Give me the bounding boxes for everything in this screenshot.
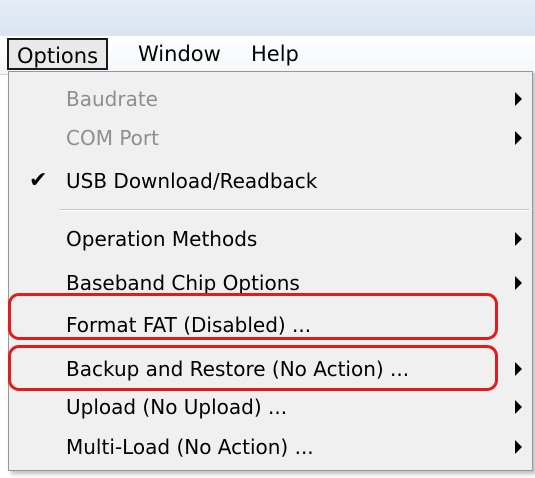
submenu-arrow-icon bbox=[515, 276, 522, 290]
menu-item-upload[interactable]: Upload (No Upload) ... bbox=[9, 388, 532, 426]
menu-item-operation-methods[interactable]: Operation Methods bbox=[9, 220, 532, 258]
submenu-arrow-icon bbox=[515, 232, 522, 246]
submenu-arrow-icon bbox=[515, 131, 522, 145]
menu-item-label: USB Download/Readback bbox=[66, 169, 318, 193]
screen: Options Window Help Baudrate COM Port ✔ … bbox=[0, 0, 535, 478]
submenu-arrow-icon bbox=[515, 440, 522, 454]
menu-item-label: Baudrate bbox=[66, 87, 158, 111]
options-dropdown: Baudrate COM Port ✔ USB Download/Readbac… bbox=[8, 71, 533, 471]
annotation-highlight-format-fat bbox=[8, 293, 498, 340]
menu-item-usb-download-readback[interactable]: ✔ USB Download/Readback bbox=[9, 162, 532, 200]
checkmark-icon: ✔ bbox=[29, 168, 48, 193]
menu-item-label: Upload (No Upload) ... bbox=[66, 395, 288, 419]
window-top-strip bbox=[0, 0, 535, 36]
menu-item-baudrate[interactable]: Baudrate bbox=[9, 80, 532, 118]
menu-item-label: COM Port bbox=[66, 126, 159, 150]
submenu-arrow-icon bbox=[515, 400, 522, 414]
menu-item-label: Multi-Load (No Action) ... bbox=[66, 435, 314, 459]
menu-bar: Options Window Help bbox=[0, 36, 535, 75]
menu-window[interactable]: Window bbox=[130, 38, 229, 70]
menu-item-com-port[interactable]: COM Port bbox=[9, 119, 532, 157]
menu-options[interactable]: Options bbox=[7, 38, 109, 70]
submenu-arrow-icon bbox=[515, 92, 522, 106]
menu-item-label: Operation Methods bbox=[66, 227, 258, 251]
menu-item-multi-load[interactable]: Multi-Load (No Action) ... bbox=[9, 428, 532, 466]
menu-separator bbox=[59, 209, 529, 211]
submenu-arrow-icon bbox=[515, 362, 522, 376]
annotation-highlight-backup-restore bbox=[8, 345, 498, 391]
menu-help[interactable]: Help bbox=[243, 38, 307, 70]
